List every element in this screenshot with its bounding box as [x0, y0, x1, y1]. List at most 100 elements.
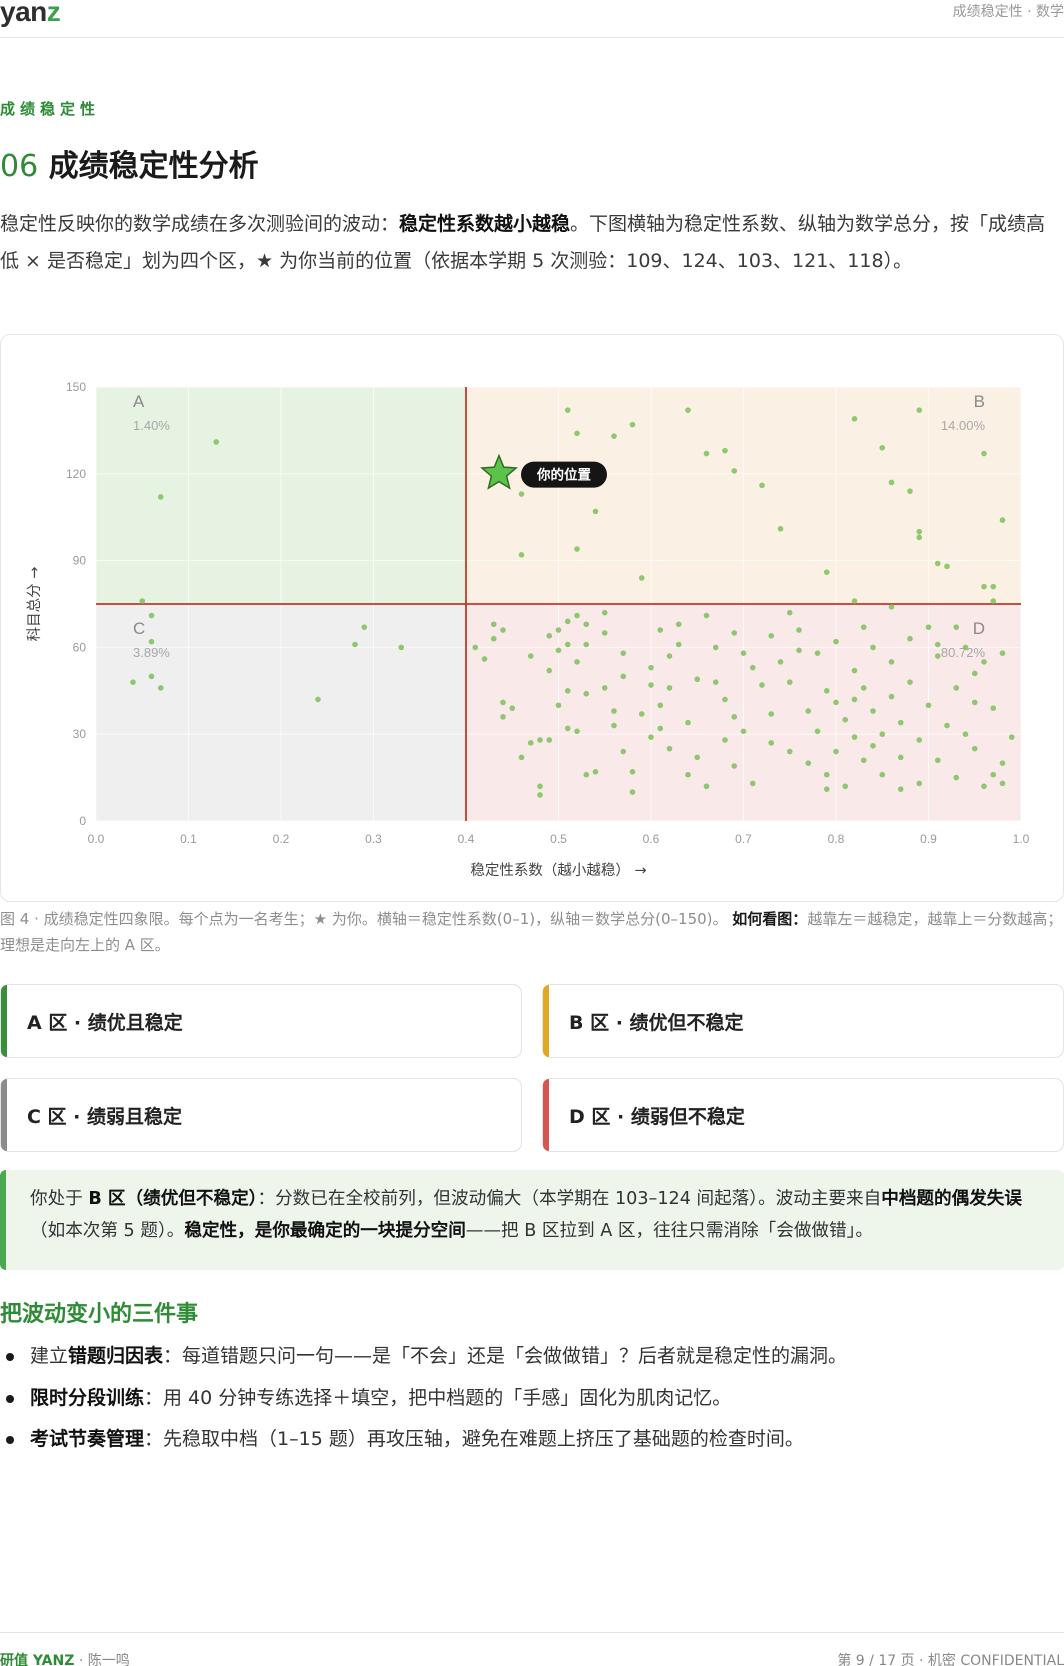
y-tick-label: 120 — [66, 467, 86, 481]
data-point — [999, 517, 1006, 523]
x-tick-label: 0.9 — [920, 832, 937, 846]
bullet-icon — [6, 1353, 14, 1361]
quadrant-chart-card: 0.0 0.1 0.2 0.3 0.4 0.5 0.6 0.7 0.8 0.9 1.0 0 30 60 90… — [0, 334, 1064, 902]
x-tick-label: 0.2 — [273, 832, 290, 846]
data-point — [685, 719, 691, 726]
section-title: 成绩稳定性分析 — [48, 149, 259, 184]
data-point — [130, 679, 136, 685]
data-point — [555, 627, 562, 633]
data-point — [638, 711, 645, 717]
data-point — [537, 792, 543, 798]
data-point — [648, 734, 654, 740]
data-point — [796, 627, 802, 633]
x-axis-title: 稳定性系数（越小越稳） → — [470, 862, 646, 879]
quadrant-card-d[interactable]: D 区 · 绩弱但不稳定 — [542, 1078, 1064, 1152]
data-point — [823, 688, 830, 694]
data-point — [731, 630, 738, 636]
data-point — [833, 638, 839, 645]
x-tick-label: 0.7 — [735, 832, 752, 846]
data-point — [786, 609, 793, 616]
data-point — [888, 659, 895, 665]
data-point — [944, 563, 950, 570]
data-point — [851, 734, 858, 740]
data-point — [990, 771, 997, 778]
data-point — [971, 699, 978, 706]
data-point — [564, 407, 571, 413]
data-point — [907, 635, 913, 642]
data-point — [870, 708, 876, 714]
data-point — [879, 771, 886, 778]
data-point — [611, 708, 617, 714]
data-point — [907, 488, 913, 494]
quadrant-card-c[interactable]: C 区 · 绩弱且稳定 — [0, 1078, 522, 1152]
data-point — [583, 641, 590, 648]
data-point — [620, 673, 627, 680]
quadrant-card-a[interactable]: A 区 · 绩优且稳定 — [0, 984, 522, 1058]
data-point — [518, 552, 525, 558]
data-point — [971, 670, 978, 677]
data-point — [870, 742, 876, 749]
data-point — [814, 728, 821, 735]
data-point — [620, 650, 627, 656]
data-point — [953, 685, 960, 691]
data-point — [925, 702, 932, 709]
data-point — [583, 771, 590, 778]
data-point — [851, 667, 858, 674]
data-point — [833, 748, 839, 755]
data-point — [907, 679, 913, 685]
y-tick-label: 60 — [73, 640, 87, 654]
data-point — [731, 468, 738, 474]
data-point — [703, 450, 710, 457]
data-point — [879, 444, 886, 451]
data-point — [925, 624, 932, 630]
data-point — [870, 644, 876, 651]
quadrant-percent: 3.89% — [133, 645, 170, 660]
data-point — [823, 771, 830, 778]
data-point — [712, 644, 719, 651]
data-point — [768, 740, 775, 746]
my-position-label: 你的位置 — [536, 467, 591, 484]
section-eyebrow: 成绩稳定性 — [0, 100, 101, 118]
quadrant-label: B — [974, 392, 985, 411]
data-point — [500, 714, 506, 720]
quadrant-card-accent — [543, 985, 549, 1057]
data-point — [934, 560, 941, 567]
data-point — [934, 757, 941, 764]
data-point — [851, 416, 858, 422]
quadrant-label: C — [133, 619, 145, 638]
data-point — [888, 604, 895, 610]
data-point — [611, 433, 617, 439]
data-point — [675, 621, 682, 628]
data-point — [888, 693, 895, 700]
data-point — [555, 702, 562, 709]
section-number: 06 — [0, 149, 39, 184]
footer-brand: 研值 YANZ · 陈一鸣 — [0, 1653, 130, 1666]
data-point — [518, 754, 525, 761]
data-point — [157, 685, 164, 691]
data-point — [527, 653, 534, 659]
data-point — [990, 583, 997, 590]
data-point — [981, 583, 987, 590]
data-point — [601, 609, 608, 616]
quadrant-card-label: C 区 · 绩弱且稳定 — [27, 1106, 183, 1128]
data-point — [481, 656, 488, 662]
data-point — [953, 774, 960, 781]
data-point — [888, 479, 895, 486]
brand-logo[interactable]: yanz — [0, 0, 61, 28]
data-point — [823, 569, 830, 575]
data-point — [352, 641, 358, 648]
data-point — [786, 679, 793, 685]
quadrant-card-b[interactable]: B 区 · 绩优但不稳定 — [542, 984, 1064, 1058]
data-point — [685, 407, 691, 413]
data-point — [777, 659, 784, 665]
data-point — [638, 575, 645, 581]
data-point — [934, 653, 941, 659]
data-point — [944, 722, 950, 729]
data-point — [749, 780, 756, 787]
data-point — [564, 618, 571, 625]
data-point — [472, 644, 479, 651]
data-point — [814, 650, 821, 656]
data-point — [629, 769, 636, 775]
data-point — [953, 624, 960, 630]
page-footer: 研值 YANZ · 陈一鸣 第 9 / 17 页 · 机密 CONFIDENTI… — [0, 1632, 1064, 1666]
